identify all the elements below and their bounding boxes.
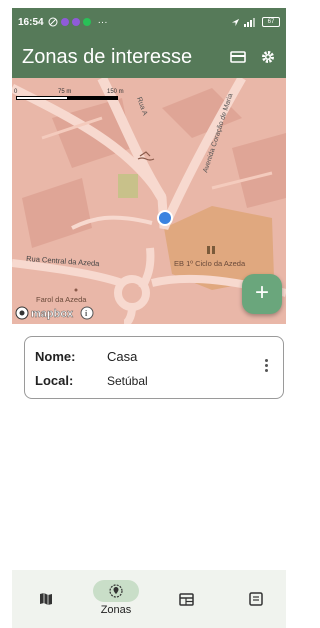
note-icon	[249, 592, 263, 606]
place-label-school: EB 1º Ciclo da Azeda	[174, 259, 246, 268]
nav-item-map[interactable]	[12, 570, 80, 628]
messenger-notif-icon-2	[71, 18, 80, 26]
phone-screen: 16:54 ··· 67 Zonas de interesse 0 75 m 1…	[12, 8, 286, 628]
signal-icon	[244, 17, 255, 27]
location-arrow-icon	[231, 18, 240, 26]
map-icon	[40, 593, 52, 605]
scale-label-75: 75 m	[58, 89, 71, 95]
place-label-farol: Farol da Azeda	[36, 295, 87, 304]
settings-gear-icon[interactable]	[260, 49, 276, 65]
messenger-notif-icon	[60, 18, 69, 26]
mapbox-attribution: mapbox	[31, 308, 74, 320]
local-label: Local:	[35, 373, 74, 388]
status-bar: 16:54 ··· 67	[12, 8, 286, 36]
app-bar: Zonas de interesse	[12, 36, 286, 78]
table-icon	[178, 592, 194, 606]
nav-item-zonas[interactable]: Zonas	[82, 570, 150, 628]
name-label: Nome:	[35, 349, 76, 364]
bottom-navigation: Zonas	[12, 570, 286, 628]
current-location-icon	[157, 210, 173, 226]
add-zone-button[interactable]: +	[242, 274, 282, 314]
scale-label-150: 150 m	[107, 89, 124, 95]
status-time: 16:54	[18, 16, 44, 28]
card-view-icon[interactable]	[230, 50, 246, 64]
farol-poi-dot	[74, 288, 78, 292]
scale-bar	[16, 96, 118, 100]
name-value: Casa	[107, 349, 138, 364]
nav-label-zonas: Zonas	[100, 604, 132, 616]
whatsapp-notif-icon	[82, 18, 91, 26]
local-value: Setúbal	[107, 374, 148, 388]
battery-icon: 67	[262, 17, 280, 27]
nav-item-notes[interactable]	[222, 570, 286, 628]
do-not-disturb-icon	[48, 17, 58, 27]
zone-card[interactable]: Nome: Casa Local: Setúbal	[24, 336, 284, 399]
nav-item-table[interactable]	[152, 570, 220, 628]
nav-active-indicator	[93, 580, 139, 602]
page-title: Zonas de interesse	[22, 45, 193, 68]
zones-icon	[109, 584, 123, 598]
info-icon[interactable]: i	[80, 306, 94, 320]
mapbox-logo-icon	[15, 306, 29, 320]
more-options-icon[interactable]	[265, 359, 269, 374]
more-notifications: ···	[97, 16, 108, 28]
